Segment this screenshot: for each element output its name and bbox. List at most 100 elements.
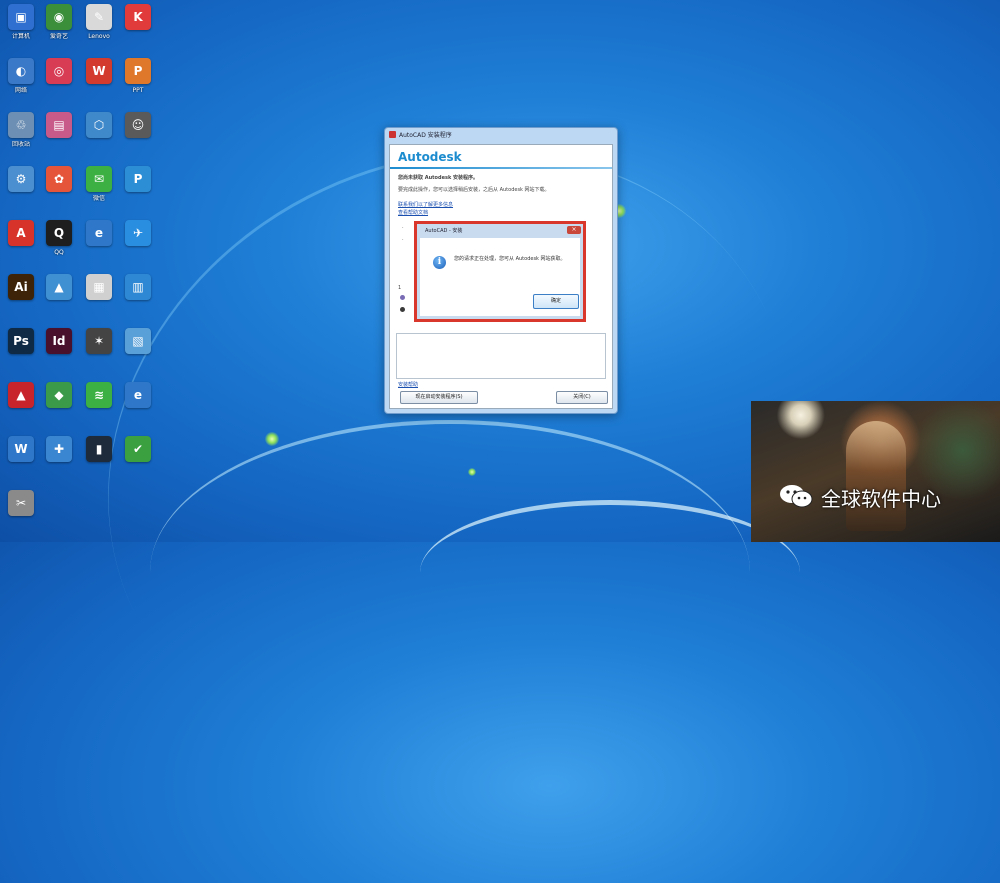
bullet-item: · bbox=[402, 225, 404, 231]
desktop-icon-label: 爱奇艺 bbox=[49, 33, 68, 40]
desktop-icon-indesign[interactable]: Id bbox=[38, 326, 80, 378]
desktop-icon-photo-app[interactable]: ▤ bbox=[38, 110, 80, 162]
desktop-icon-control-glyph-icon: ⚙ bbox=[8, 166, 34, 192]
close-icon[interactable]: × bbox=[567, 226, 581, 234]
message-text: 您的请求正在处理，您可从 Autodesk 网站获取。 bbox=[454, 256, 566, 262]
desktop-icon-photo-app-glyph-icon: ▤ bbox=[46, 112, 72, 138]
watermark-text: 全球软件中心 bbox=[821, 487, 941, 511]
ok-button[interactable]: 确定 bbox=[533, 294, 579, 309]
desktop-icon-wechat-glyph-icon: ✉ bbox=[86, 166, 112, 192]
desktop-icon-control[interactable]: ⚙ bbox=[0, 164, 42, 216]
launch-installer-button[interactable]: 现在启动安装程序(S) bbox=[400, 391, 478, 404]
desktop-icon-computer[interactable]: ▣ 计算机 bbox=[0, 2, 42, 54]
desktop-icon-label: PPT bbox=[132, 87, 144, 94]
desktop-icon-photoshop-glyph-icon: Ps bbox=[8, 328, 34, 354]
desktop-icon-network[interactable]: ◐ 网络 bbox=[0, 56, 42, 108]
desktop-icon-wolfram-glyph-icon: ✶ bbox=[86, 328, 112, 354]
contact-link[interactable]: 联系我们以了解更多信息 bbox=[398, 201, 453, 208]
desktop-icon-search-app-glyph-icon: P bbox=[125, 166, 151, 192]
desktop-icon-xunlei-glyph-icon: ✈ bbox=[125, 220, 151, 246]
wallpaper-sparkle bbox=[265, 432, 279, 446]
desktop-icon-pdf-glyph-icon: A bbox=[8, 220, 34, 246]
desktop-icon-wps[interactable]: W bbox=[78, 56, 120, 108]
video-watermark-inset: 全球软件中心 bbox=[751, 401, 1000, 542]
install-help-link[interactable]: 安装帮助 bbox=[398, 381, 418, 388]
desktop-icon-app-blue[interactable]: ✚ bbox=[38, 434, 80, 486]
wallpaper-swoosh bbox=[420, 500, 800, 645]
desktop-icon-maps-glyph-icon: ▲ bbox=[46, 274, 72, 300]
desktop-icon-lenovo-glyph-icon: ✎ bbox=[86, 4, 112, 30]
desktop-icon-acrobat-glyph-icon: ▲ bbox=[8, 382, 34, 408]
desktop-icon-illustrator-glyph-icon: Ai bbox=[8, 274, 34, 300]
section-number: 1 bbox=[398, 285, 402, 291]
desktop-icon-ie[interactable]: e bbox=[78, 218, 120, 270]
wallpaper-sparkle bbox=[468, 468, 476, 476]
desktop-icon-label: QQ bbox=[54, 249, 64, 256]
desktop-icon-tool-blue[interactable]: ⬡ bbox=[78, 110, 120, 162]
desktop-icon-ppt[interactable]: P PPT bbox=[117, 56, 159, 108]
desktop-icon-store[interactable]: ▥ bbox=[117, 272, 159, 324]
desktop-icon-aiqiyi-glyph-icon: ◉ bbox=[46, 4, 72, 30]
desktop-icon-sketchup[interactable]: ◆ bbox=[38, 380, 80, 432]
wechat-icon bbox=[780, 485, 813, 508]
desktop-icon-sketchup-glyph-icon: ◆ bbox=[46, 382, 72, 408]
desktop-icon-tools-glyph-icon: ✂ bbox=[8, 490, 34, 516]
desktop-icon-label: 回收站 bbox=[11, 141, 30, 148]
desktop-icon-label: 网络 bbox=[14, 87, 27, 94]
desktop-icon-kingsoft[interactable]: K bbox=[117, 2, 159, 54]
desktop-icon-ie2-glyph-icon: e bbox=[125, 382, 151, 408]
desktop-icon-recycle-bin[interactable]: ♲ 回收站 bbox=[0, 110, 42, 162]
desktop-icon-wolfram[interactable]: ✶ bbox=[78, 326, 120, 378]
desktop-icon-app-red[interactable]: ◎ bbox=[38, 56, 80, 108]
desktop-icon-xunlei[interactable]: ✈ bbox=[117, 218, 159, 270]
desktop-icon-search-app[interactable]: P bbox=[117, 164, 159, 216]
desktop-icon-people[interactable]: ☺ bbox=[117, 110, 159, 162]
desktop-icon-terminal-glyph-icon: ▮ bbox=[86, 436, 112, 462]
desktop-icon-network-glyph-icon: ◐ bbox=[8, 58, 34, 84]
desktop-icon-app-blue-glyph-icon: ✚ bbox=[46, 436, 72, 462]
desktop-icon-pdf[interactable]: A bbox=[0, 218, 42, 270]
desktop-icon-computer-glyph-icon: ▣ bbox=[8, 4, 34, 30]
desktop-icon-kingsoft-glyph-icon: K bbox=[125, 4, 151, 30]
desktop-icon-photoshop[interactable]: Ps bbox=[0, 326, 42, 378]
desktop-icon-maps[interactable]: ▲ bbox=[38, 272, 80, 324]
desktop-icon-terminal[interactable]: ▮ bbox=[78, 434, 120, 486]
close-button[interactable]: 关闭(C) bbox=[556, 391, 608, 404]
desktop-icon-ppt-glyph-icon: P bbox=[125, 58, 151, 84]
details-text-area[interactable] bbox=[396, 333, 606, 379]
message-dialog-title-bar[interactable]: AutoCAD - 安装 × bbox=[417, 224, 583, 236]
desktop-icon-aiqiyi[interactable]: ◉ 爱奇艺 bbox=[38, 2, 80, 54]
app-icon bbox=[389, 131, 396, 138]
desktop-icon-doc-glyph-icon: ▦ bbox=[86, 274, 112, 300]
desktop-icon-file[interactable]: ▧ bbox=[117, 326, 159, 378]
desktop-icon-wechat[interactable]: ✉ 微信 bbox=[78, 164, 120, 216]
desktop-icon-wordpad[interactable]: W bbox=[0, 434, 42, 486]
desktop-icon-spotify[interactable]: ≋ bbox=[78, 380, 120, 432]
desktop-icon-game[interactable]: ✿ bbox=[38, 164, 80, 216]
message-dialog-title: AutoCAD - 安装 bbox=[425, 228, 463, 234]
installer-title: AutoCAD 安装程序 bbox=[399, 132, 452, 139]
desktop-icon-check[interactable]: ✔ bbox=[117, 434, 159, 486]
message-dialog[interactable]: AutoCAD - 安装 × i 您的请求正在处理，您可从 Autodesk 网… bbox=[414, 221, 586, 322]
info-icon: i bbox=[433, 256, 446, 269]
desktop-icon-recycle-bin-glyph-icon: ♲ bbox=[8, 112, 34, 138]
desktop-icon-doc[interactable]: ▦ bbox=[78, 272, 120, 324]
header-divider bbox=[390, 167, 612, 169]
desktop-icon-tools[interactable]: ✂ bbox=[0, 488, 42, 540]
help-doc-link[interactable]: 查看帮助文档 bbox=[398, 209, 428, 216]
desktop-icon-illustrator[interactable]: Ai bbox=[0, 272, 42, 324]
desktop-icon-label: 微信 bbox=[92, 195, 105, 202]
desktop-icon-people-glyph-icon: ☺ bbox=[125, 112, 151, 138]
desktop-icon-wordpad-glyph-icon: W bbox=[8, 436, 34, 462]
portrait-figure bbox=[846, 421, 906, 531]
installer-paragraph: 要完成此操作，您可以选择稍后安装，之后从 Autodesk 网站下载。 bbox=[398, 187, 550, 193]
desktop-icon-lenovo[interactable]: ✎ Lenovo bbox=[78, 2, 120, 54]
autodesk-logo: Autodesk bbox=[398, 150, 462, 164]
desktop-icon-qq[interactable]: Q QQ bbox=[38, 218, 80, 270]
desktop-icon-indesign-glyph-icon: Id bbox=[46, 328, 72, 354]
desktop-icon-acrobat[interactable]: ▲ bbox=[0, 380, 42, 432]
desktop-icon-game-glyph-icon: ✿ bbox=[46, 166, 72, 192]
installer-title-bar[interactable]: AutoCAD 安装程序 bbox=[385, 128, 617, 142]
message-dialog-body: i 您的请求正在处理，您可从 Autodesk 网站获取。 确定 bbox=[420, 238, 580, 316]
desktop-icon-ie2[interactable]: e bbox=[117, 380, 159, 432]
